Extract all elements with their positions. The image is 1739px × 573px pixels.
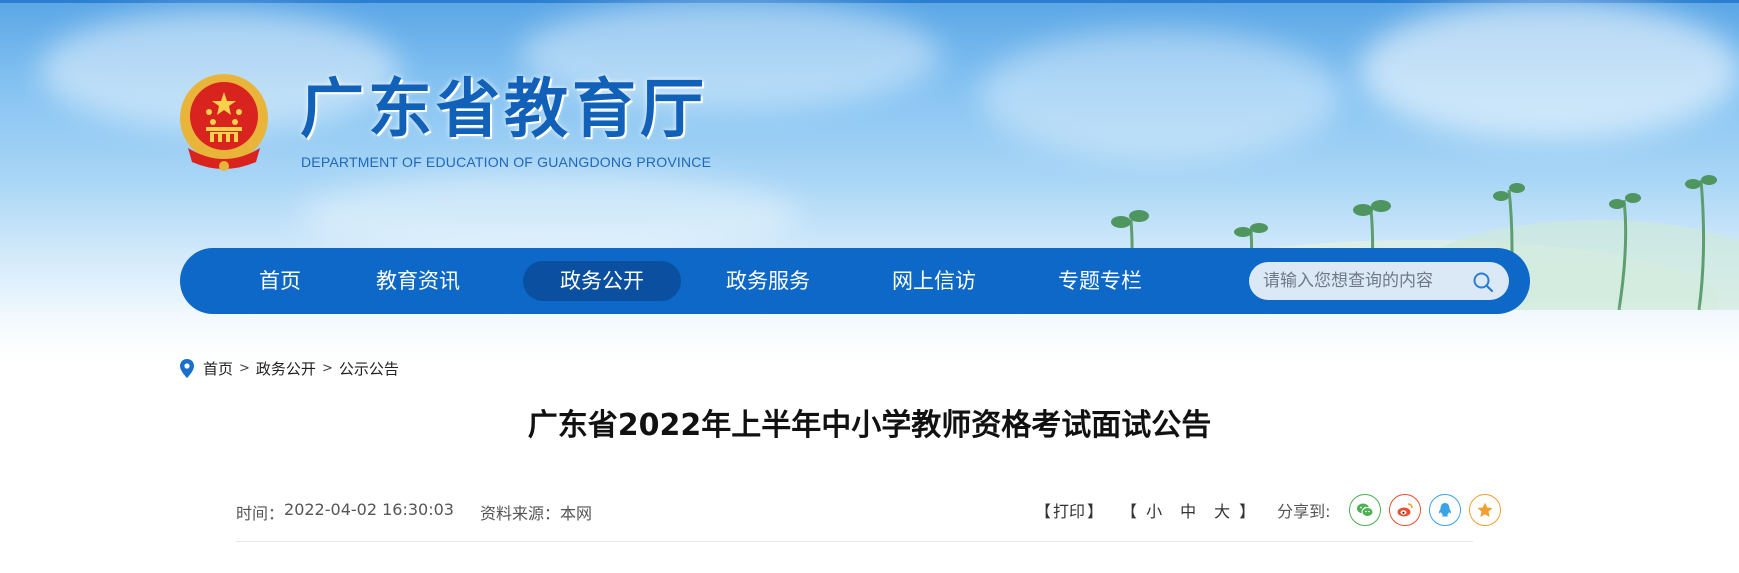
article-meta: 时间： 2022-04-02 16:30:03 资料来源： 本网 bbox=[236, 500, 592, 524]
banner-top-line bbox=[0, 0, 1739, 3]
page: 广东省教育厅 DEPARTMENT OF EDUCATION OF GUANGD… bbox=[0, 0, 1739, 573]
wechat-icon bbox=[1356, 503, 1374, 517]
nav-item-government-services[interactable]: 政务服务 bbox=[708, 261, 828, 301]
share-label: 分享到: bbox=[1277, 502, 1331, 521]
main-nav: 首页 教育资讯 政务公开 政务服务 网上信访 专题专栏 bbox=[180, 248, 1530, 314]
article-tools: 【 打印 】 【 小 中 大 】 分享到: bbox=[1035, 493, 1501, 527]
publish-time: 2022-04-02 16:30:03 bbox=[284, 500, 454, 519]
star-icon bbox=[1477, 502, 1493, 517]
share-favorite-button[interactable] bbox=[1468, 494, 1501, 526]
meta-spacer bbox=[454, 500, 480, 524]
nav-item-government-affairs-open[interactable]: 政务公开 bbox=[523, 261, 681, 301]
location-pin-icon bbox=[180, 358, 194, 378]
cloud-decoration bbox=[980, 30, 1340, 160]
meta-divider bbox=[236, 541, 1473, 542]
bracket-right: 】 bbox=[1087, 502, 1104, 521]
cloud-decoration bbox=[300, 170, 800, 260]
search-input[interactable] bbox=[1263, 262, 1463, 300]
national-emblem-logo[interactable] bbox=[178, 72, 270, 174]
source-label: 资料来源： bbox=[479, 504, 560, 523]
nav-item-special-topics[interactable]: 专题专栏 bbox=[1040, 261, 1160, 301]
share-wechat-button[interactable] bbox=[1348, 494, 1381, 526]
site-title[interactable]: 广东省教育厅 bbox=[300, 70, 708, 150]
breadcrumb-home[interactable]: 首页 bbox=[203, 358, 233, 379]
source-value: 本网 bbox=[559, 504, 592, 523]
breadcrumb: 首页 > 政务公开 > 公示公告 bbox=[180, 357, 399, 379]
weibo-icon bbox=[1397, 503, 1413, 517]
qq-icon bbox=[1438, 503, 1451, 517]
breadcrumb-separator: > bbox=[239, 360, 250, 376]
search-icon[interactable] bbox=[1471, 270, 1495, 294]
share-qq-button[interactable] bbox=[1428, 494, 1461, 526]
bracket-right: 】 bbox=[1239, 502, 1256, 521]
banner-fade bbox=[0, 300, 1739, 400]
font-size-medium[interactable]: 中 bbox=[1180, 498, 1196, 522]
time-label: 时间： bbox=[236, 504, 285, 523]
breadcrumb-separator: > bbox=[321, 360, 333, 376]
article-title: 广东省2022年上半年中小学教师资格考试面试公告 bbox=[527, 408, 1212, 443]
site-subtitle: DEPARTMENT OF EDUCATION OF GUANGDONG PRO… bbox=[301, 154, 712, 170]
nav-item-home[interactable]: 首页 bbox=[240, 261, 320, 301]
search-box bbox=[1249, 262, 1509, 300]
nav-item-education-news[interactable]: 教育资讯 bbox=[358, 261, 478, 301]
nav-item-online-petition[interactable]: 网上信访 bbox=[874, 261, 994, 301]
cloud-decoration bbox=[1360, 0, 1739, 140]
breadcrumb-government-affairs[interactable]: 政务公开 bbox=[256, 358, 316, 379]
breadcrumb-announcements[interactable]: 公示公告 bbox=[339, 358, 399, 379]
header-banner: 广东省教育厅 DEPARTMENT OF EDUCATION OF GUANGD… bbox=[0, 0, 1739, 400]
print-link[interactable]: 打印 bbox=[1053, 498, 1085, 522]
bracket-left: 【 bbox=[1035, 502, 1052, 521]
font-size-large[interactable]: 大 bbox=[1214, 498, 1230, 522]
bracket-left: 【 bbox=[1121, 502, 1138, 521]
share-weibo-button[interactable] bbox=[1388, 494, 1421, 526]
font-size-small[interactable]: 小 bbox=[1146, 498, 1162, 522]
